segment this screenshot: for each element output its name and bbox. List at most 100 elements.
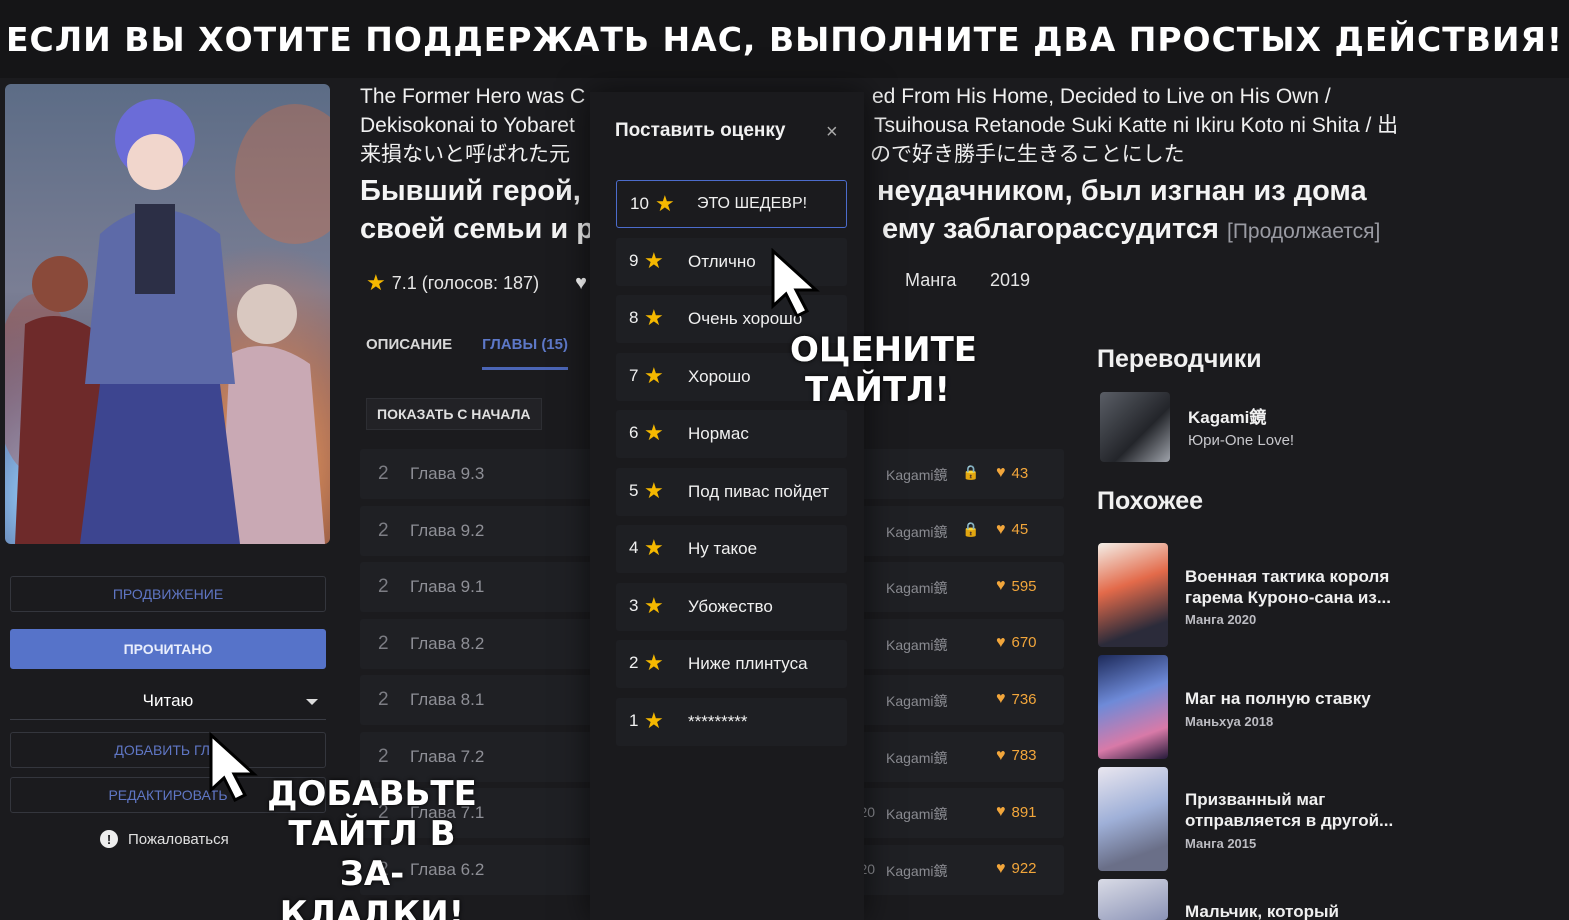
chapter-likes[interactable]: ♥ 670: [996, 634, 1037, 652]
chapter-title[interactable]: Глава 8.2: [410, 634, 484, 654]
bookmark-callout-line2: ТАЙТЛ В ЗА-: [288, 814, 456, 894]
add-bookmark-button[interactable]: ДОБАВИТЬ ГЛ...: [10, 732, 326, 768]
rating-score: 9: [629, 250, 639, 270]
chapter-translator[interactable]: Kagami鏡: [886, 578, 947, 598]
rating-score: 4: [629, 538, 639, 557]
alt-title-line1-right: ed From His Home, Decided to Live on His…: [872, 85, 1331, 108]
likes-count: 922: [1011, 860, 1037, 877]
heart-icon[interactable]: ♥: [575, 272, 587, 295]
similar-cover-4[interactable]: [1098, 879, 1168, 920]
rating-option-5[interactable]: 5 ★ Под пивас пойдет: [616, 467, 847, 516]
rating-option-4[interactable]: 4 ★ Ну такое: [616, 525, 847, 573]
heart-icon: ♥: [996, 746, 1006, 764]
chapter-volume: 2: [378, 519, 389, 541]
title-line1-left: Бывший герой,: [360, 175, 581, 207]
chapter-translator[interactable]: Kagami鏡: [886, 465, 947, 485]
promo-button[interactable]: ПРОДВИЖЕНИЕ: [10, 576, 326, 612]
similar-sub-1: Манга 2020: [1185, 612, 1257, 627]
rating-label: Отлично: [688, 251, 756, 271]
rating-score: 1: [629, 710, 639, 730]
rating-label: Ну такое: [688, 539, 758, 558]
rating-label: Ниже плинтуса: [688, 654, 808, 673]
heart-icon: ♥: [996, 464, 1006, 481]
content-tabs: ОПИСАНИЕ ГЛАВЫ (15): [366, 336, 568, 370]
rating-option-10[interactable]: 10 ★ ЭТО ШЕДЕВР!: [616, 180, 847, 228]
similar-title-4[interactable]: Мальчик, который: [1185, 901, 1435, 920]
rating-text: 7.1 (голосов: 187): [391, 272, 540, 293]
rating-option-3[interactable]: 3 ★ Убожество: [616, 582, 847, 631]
lock-icon: 🔒: [962, 464, 980, 480]
chapter-title[interactable]: Глава 7.2: [410, 747, 484, 767]
likes-count: 45: [1011, 521, 1029, 538]
reading-status-value: Читаю: [142, 690, 194, 710]
chapter-title[interactable]: Глава 9.1: [410, 577, 484, 597]
star-icon: ★: [644, 420, 664, 445]
similar-cover-1[interactable]: [1098, 543, 1168, 647]
rating-option-6[interactable]: 6 ★ Нормас: [616, 410, 847, 458]
chapter-translator[interactable]: Kagami鏡: [886, 522, 947, 542]
close-icon[interactable]: ×: [826, 121, 838, 144]
bookmark-callout-line1: ДОБАВЬТЕ: [267, 774, 477, 814]
likes-count: 736: [1011, 690, 1037, 708]
chapter-translator[interactable]: Kagami鏡: [886, 861, 947, 881]
chapter-likes[interactable]: ♥ 891: [996, 803, 1037, 821]
chapter-likes[interactable]: ♥ 45: [996, 521, 1028, 539]
type-label: Манга: [905, 270, 957, 290]
rating-option-1[interactable]: 1 ★ *********: [616, 697, 847, 746]
similar-cover-3[interactable]: [1098, 767, 1168, 871]
chapter-title[interactable]: Глава 9.2: [410, 521, 484, 541]
alt-title-line3-right: ので好き勝手に生きることにした: [870, 143, 1185, 166]
rating-label: Под пивас пойдет: [688, 481, 829, 501]
translator-avatar[interactable]: [1100, 392, 1170, 462]
star-icon: ★: [366, 270, 386, 295]
report-link[interactable]: ! Пожаловаться: [100, 830, 229, 848]
similar-cover-2[interactable]: [1098, 655, 1168, 759]
chapter-volume: 2: [378, 463, 389, 484]
rating-score: 8: [629, 308, 639, 327]
rating-score: 2: [629, 653, 639, 672]
chapter-title[interactable]: Глава 9.3: [410, 464, 484, 484]
rating-option-2[interactable]: 2 ★ Ниже плинтуса: [616, 640, 847, 688]
chapter-likes[interactable]: ♥ 783: [996, 747, 1037, 765]
similar-title-1[interactable]: Военная тактика короля гарема Куроно-сан…: [1185, 566, 1435, 608]
chapter-likes[interactable]: ♥ 43: [996, 464, 1028, 482]
chapter-likes[interactable]: ♥ 595: [996, 577, 1037, 595]
star-icon: ★: [644, 592, 664, 618]
support-banner: Если вы хотите поддержать нас, выполните…: [0, 0, 1569, 78]
chapter-title[interactable]: Глава 8.1: [410, 690, 484, 710]
rating-label: Нормас: [688, 424, 749, 443]
translator-name[interactable]: Kagami鏡: [1188, 403, 1266, 428]
chapter-translator[interactable]: Kagami鏡: [886, 691, 947, 711]
similar-title-2[interactable]: Маг на полную ставку: [1185, 688, 1435, 709]
show-from-start-button[interactable]: ПОКАЗАТЬ С НАЧАЛА: [366, 398, 542, 430]
cursor-arrow-icon: [771, 248, 820, 319]
similar-title-3[interactable]: Призванный маг отправляется в другой...: [1185, 789, 1435, 831]
chapter-likes[interactable]: ♥ 736: [996, 690, 1037, 708]
tab-description[interactable]: ОПИСАНИЕ: [366, 336, 452, 370]
alt-title-line1-left: The Former Hero was C: [360, 85, 586, 108]
rating-summary: ★ 7.1 (голосов: 187) ♥: [366, 270, 587, 296]
heart-icon: ♥: [996, 859, 1006, 877]
title-line1-right: неудачником, был изгнан из дома: [877, 175, 1367, 207]
chapter-translator[interactable]: Kagami鏡: [886, 635, 947, 655]
heart-icon: ♥: [996, 690, 1006, 707]
similar-heading: Похожее: [1097, 487, 1204, 515]
rating-score: 5: [629, 480, 639, 500]
page-title: Бывший герой, неудачником, был изгнан из…: [360, 172, 1460, 248]
star-icon: ★: [644, 247, 664, 273]
lock-icon: 🔒: [962, 520, 980, 537]
likes-count: 891: [1011, 803, 1037, 821]
rating-label: *********: [688, 711, 748, 731]
chapter-volume: 2: [378, 689, 389, 710]
reading-status-select[interactable]: Читаю: [10, 682, 326, 720]
bookmark-callout: ДОБАВЬТЕ ТАЙТЛ В ЗА- КЛАДКИ!: [262, 774, 482, 920]
tab-chapters[interactable]: ГЛАВЫ (15): [482, 336, 568, 370]
chapter-translator[interactable]: Kagami鏡: [886, 804, 947, 824]
alt-title-line2-left: Dekisokonai to Yobaret: [360, 114, 575, 137]
chapter-likes[interactable]: ♥ 922: [996, 860, 1037, 878]
mark-read-button[interactable]: ПРОЧИТАНО: [10, 629, 326, 669]
cursor-arrow-icon: [209, 732, 258, 803]
bookmark-callout-line3: КЛАДКИ!: [279, 894, 465, 920]
chapter-translator[interactable]: Kagami鏡: [886, 748, 947, 768]
alt-title-line2-right: Tsuihousa Retanode Suki Katte ni Ikiru K…: [874, 114, 1399, 137]
